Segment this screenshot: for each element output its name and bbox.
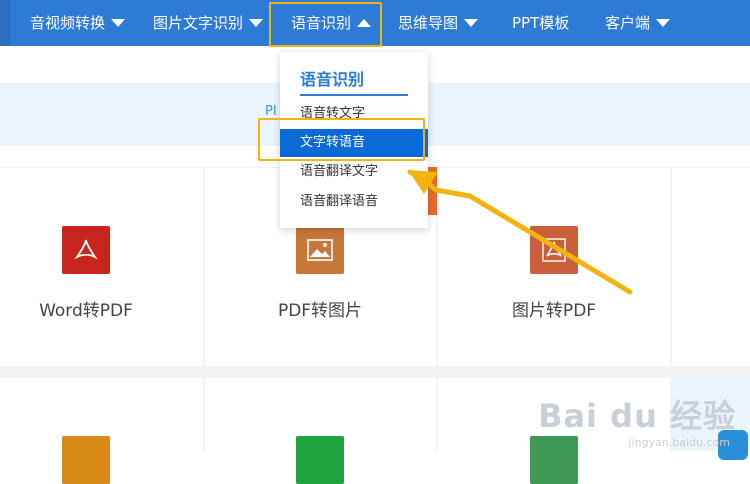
watermark-url: jingyan.baidu.com	[628, 436, 730, 449]
annotation-arrow-icon	[407, 169, 633, 295]
watermark-logo: Bai du 经验	[538, 397, 736, 435]
